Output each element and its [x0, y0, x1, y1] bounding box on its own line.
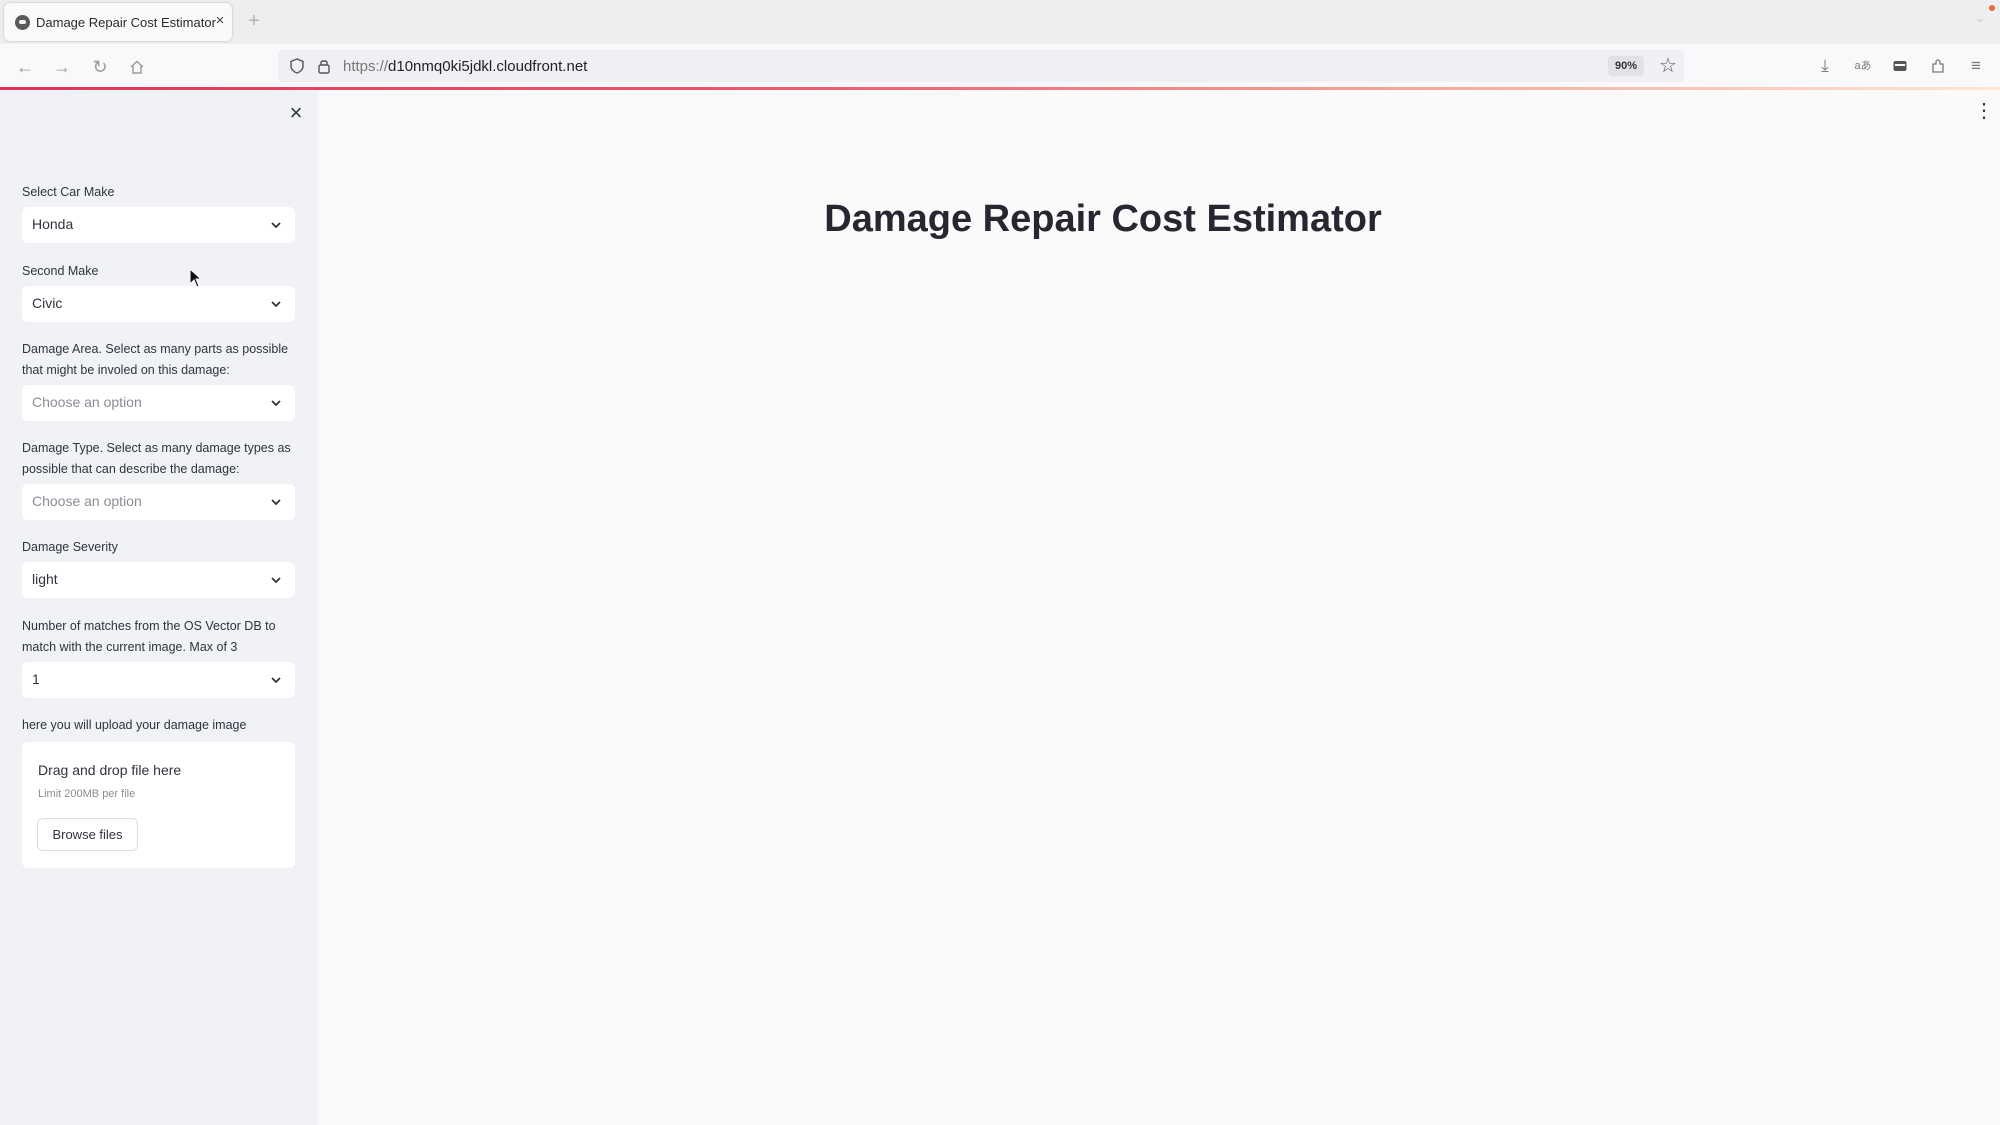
- forward-arrow-icon[interactable]: →: [49, 54, 75, 80]
- tab-title: Damage Repair Cost Estimator: [36, 15, 216, 30]
- dropzone-title: Drag and drop file here: [38, 762, 182, 778]
- browser-tab[interactable]: Damage Repair Cost Estimator ×: [4, 3, 232, 41]
- damage-type-placeholder: Choose an option: [32, 493, 142, 509]
- matches-select[interactable]: 1: [22, 662, 295, 698]
- new-tab-button[interactable]: +: [244, 11, 264, 31]
- app-menu-button[interactable]: ⋮: [1974, 100, 1994, 122]
- chevron-down-icon: [271, 301, 281, 308]
- car-make-label: Select Car Make: [22, 185, 115, 199]
- dropzone-limit: Limit 200MB per file: [38, 788, 136, 800]
- second-make-value: Civic: [32, 295, 63, 311]
- url-bar[interactable]: https://d10nmq0ki5jdkl.cloudfront.net 90…: [278, 50, 1684, 82]
- browse-files-button[interactable]: Browse files: [37, 818, 138, 851]
- extensions-icon[interactable]: [1926, 54, 1950, 78]
- second-make-select[interactable]: Civic: [22, 286, 295, 322]
- url-text[interactable]: https://d10nmq0ki5jdkl.cloudfront.net: [343, 58, 587, 75]
- url-protocol: https://: [343, 58, 389, 75]
- damage-severity-select[interactable]: light: [22, 562, 295, 598]
- damage-type-multiselect[interactable]: Choose an option: [22, 484, 295, 520]
- chevron-down-icon: [271, 577, 281, 584]
- url-host: d10nmq0ki5jdkl.cloudfront.net: [388, 58, 588, 75]
- damage-severity-value: light: [32, 571, 58, 587]
- car-make-value: Honda: [32, 216, 74, 232]
- nav-bar: ← → ↻ https://d10nmq0ki5jdkl.cloudfront.…: [0, 44, 2000, 88]
- tab-bar: Damage Repair Cost Estimator × + ⌄: [0, 0, 2000, 44]
- damage-area-placeholder: Choose an option: [32, 394, 142, 410]
- car-make-select[interactable]: Honda: [22, 207, 295, 243]
- matches-label: Number of matches from the OS Vector DB …: [22, 619, 276, 654]
- main-content: ⋮ Damage Repair Cost Estimator: [318, 90, 2000, 1125]
- shield-icon[interactable]: [288, 57, 306, 75]
- mouse-cursor-icon: [189, 268, 203, 288]
- file-dropzone[interactable]: Drag and drop file here Limit 200MB per …: [22, 742, 295, 868]
- damage-area-multiselect[interactable]: Choose an option: [22, 385, 295, 421]
- translate-icon[interactable]: aあ: [1851, 54, 1875, 78]
- damage-area-label: Damage Area. Select as many parts as pos…: [22, 342, 289, 377]
- menu-icon[interactable]: ≡: [1964, 54, 1988, 78]
- upload-label: here you will upload your damage image: [22, 718, 247, 732]
- home-icon[interactable]: [124, 54, 150, 80]
- zoom-level-badge[interactable]: 90%: [1608, 56, 1644, 76]
- container-icon[interactable]: [1888, 54, 1912, 78]
- chevron-down-icon: [271, 400, 281, 407]
- download-icon[interactable]: ⤓: [1813, 54, 1837, 78]
- matches-value: 1: [32, 671, 40, 687]
- sidebar-close-button[interactable]: ×: [285, 102, 307, 124]
- damage-severity-label: Damage Severity: [22, 540, 118, 554]
- second-make-label: Second Make: [22, 264, 99, 278]
- notification-dot-icon: [1989, 5, 1995, 11]
- chevron-down-icon: [271, 499, 281, 506]
- tab-close-button[interactable]: ×: [211, 12, 229, 30]
- chevron-down-icon: [271, 222, 281, 229]
- reload-icon[interactable]: ↻: [87, 54, 113, 80]
- sidebar: × Select Car Make Honda Second Make Civi…: [0, 90, 318, 1125]
- star-icon[interactable]: ☆: [1656, 54, 1680, 78]
- back-arrow-icon[interactable]: ←: [12, 54, 38, 80]
- page-title: Damage Repair Cost Estimator: [824, 198, 1382, 240]
- tab-list-icon[interactable]: ⌄: [1970, 10, 1990, 30]
- favicon-icon: [15, 15, 30, 30]
- chevron-down-icon: [271, 677, 281, 684]
- damage-type-label: Damage Type. Select as many damage types…: [22, 441, 291, 476]
- lock-icon[interactable]: [315, 57, 333, 75]
